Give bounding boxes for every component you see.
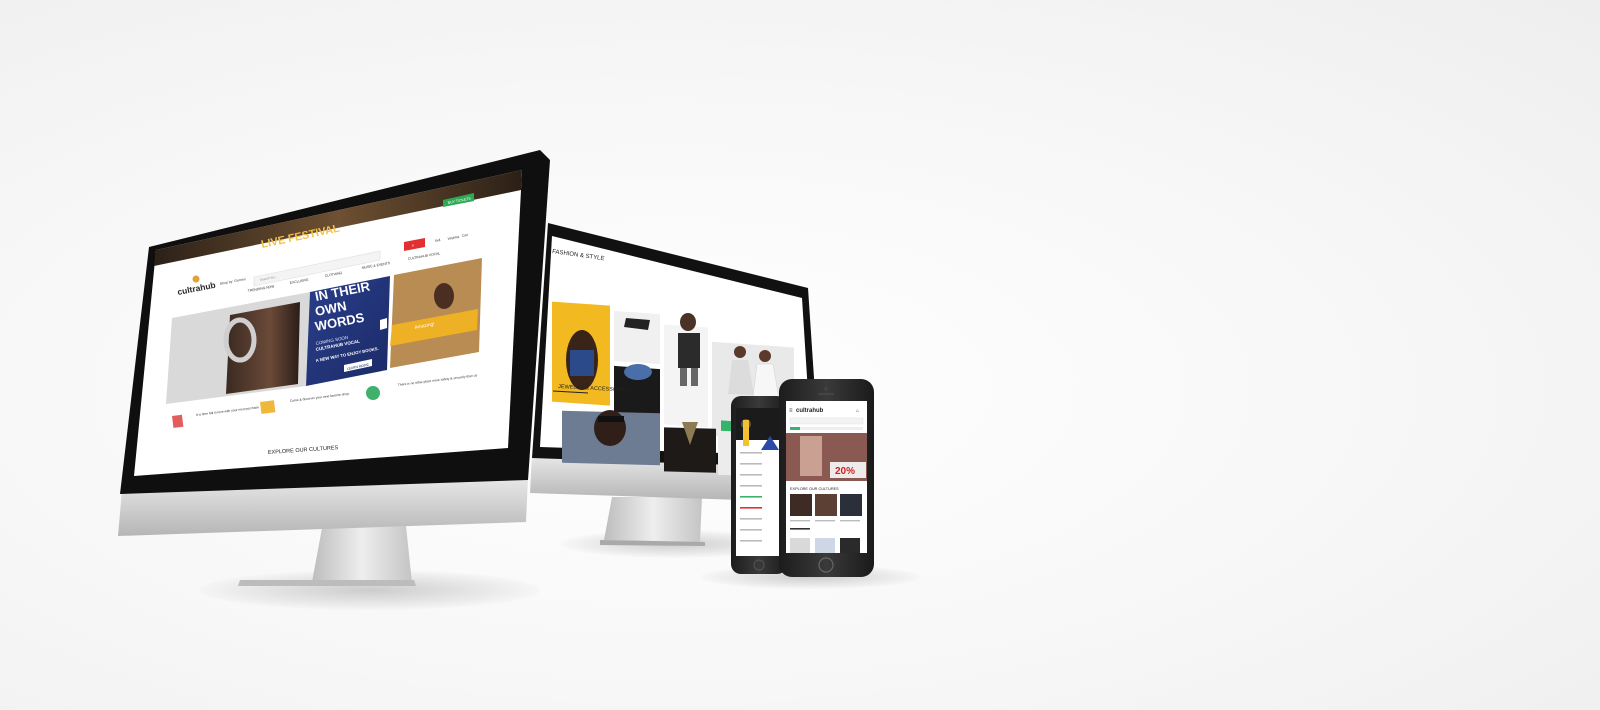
phone-culture-2[interactable] bbox=[815, 494, 837, 516]
phone-explore-title: EXPLORE OUR CULTURES bbox=[790, 487, 839, 491]
device-mockup-scene: FASHION & STYLE JEWELRY & ACCESSORIES LI… bbox=[118, 150, 874, 586]
phone-tabs[interactable] bbox=[790, 427, 863, 430]
phone-product-2[interactable] bbox=[815, 538, 835, 553]
phone-product-3[interactable] bbox=[840, 538, 860, 553]
phone-logo[interactable]: cultrahub bbox=[796, 408, 824, 414]
phone-cart-icon[interactable]: ⌂ bbox=[856, 408, 859, 414]
feature-icon-3 bbox=[366, 386, 380, 400]
phone-culture-3[interactable] bbox=[840, 494, 862, 516]
feature-icon-2 bbox=[259, 400, 276, 414]
phone-discount-badge: 20% bbox=[835, 466, 855, 477]
phone-menu-icon[interactable]: ≡ bbox=[789, 408, 793, 414]
phone-product-1[interactable] bbox=[790, 538, 810, 553]
second-monitor-stand bbox=[604, 497, 702, 542]
logo-mark-icon bbox=[192, 275, 200, 283]
phone-back bbox=[731, 396, 787, 574]
feature-icon-1 bbox=[172, 414, 184, 428]
hero-next-arrow[interactable] bbox=[380, 318, 387, 330]
phone-front: cultrahub ≡ ⌂ 20% EXPLORE OUR CULTURES bbox=[779, 379, 874, 577]
imac: LIVE FESTIVAL BUY TICKETS cultrahub Shop… bbox=[118, 150, 550, 586]
imac-stand bbox=[312, 526, 412, 583]
phone-search-input[interactable] bbox=[789, 417, 864, 425]
phone-culture-1[interactable] bbox=[790, 494, 812, 516]
